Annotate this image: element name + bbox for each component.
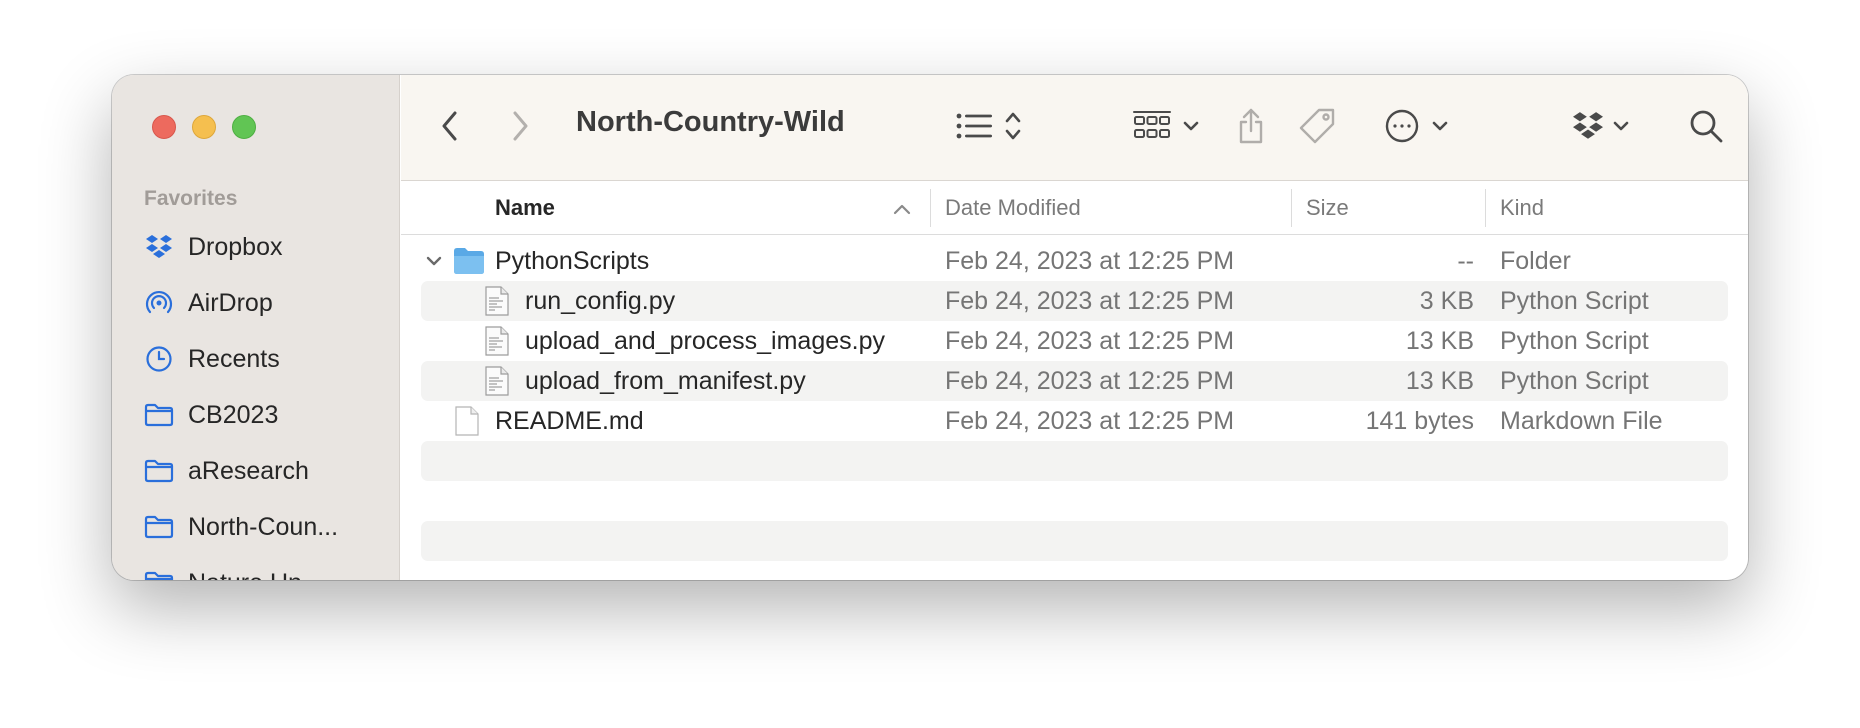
sidebar-item-recents[interactable]: Recents [144, 339, 394, 379]
sidebar-item-label: North-Coun... [188, 512, 339, 541]
empty-row [421, 441, 1728, 481]
column-divider[interactable] [1485, 189, 1486, 227]
file-size: 141 bytes [1365, 406, 1474, 435]
file-date: Feb 24, 2023 at 12:25 PM [945, 246, 1235, 275]
file-list: PythonScripts Feb 24, 2023 at 12:25 PM -… [401, 235, 1748, 580]
chevron-left-icon [439, 109, 461, 148]
chevron-down-icon [1432, 119, 1448, 137]
column-name-label: Name [495, 195, 555, 220]
table-row[interactable]: README.md Feb 24, 2023 at 12:25 PM 141 b… [421, 401, 1728, 441]
back-button[interactable] [439, 108, 461, 148]
view-mode-button[interactable] [956, 108, 1022, 148]
file-name: run_config.py [525, 286, 676, 315]
column-divider[interactable] [930, 189, 931, 227]
sidebar-item-aresearch[interactable]: aResearch [144, 451, 394, 491]
more-actions-button[interactable] [1384, 108, 1448, 148]
grid-icon [1133, 109, 1171, 148]
file-kind: Python Script [1500, 326, 1649, 355]
airdrop-icon [144, 288, 174, 318]
dropbox-menu-button[interactable] [1571, 108, 1629, 148]
file-size: 13 KB [1405, 366, 1474, 395]
table-row[interactable]: upload_and_process_images.py Feb 24, 202… [421, 321, 1728, 361]
column-divider[interactable] [1291, 189, 1292, 227]
file-date: Feb 24, 2023 at 12:25 PM [945, 286, 1235, 315]
sidebar-item-cb2023[interactable]: CB2023 [144, 395, 394, 435]
main-pane: North-Country-Wild Name Date Modified Si… [401, 75, 1748, 580]
tag-button[interactable] [1298, 108, 1336, 148]
disclosure-chevron-down-icon[interactable] [425, 241, 443, 281]
sidebar-item-label: Dropbox [188, 232, 283, 261]
dropbox-icon [1571, 111, 1605, 146]
tag-icon [1298, 107, 1336, 150]
column-header: Name Date Modified Size Kind [401, 181, 1748, 235]
file-name: upload_from_manifest.py [525, 366, 806, 395]
python-file-icon [485, 361, 509, 401]
chevron-right-icon [509, 109, 531, 148]
list-view-icon [956, 111, 994, 146]
table-row[interactable]: upload_from_manifest.py Feb 24, 2023 at … [421, 361, 1728, 401]
sidebar-item-label: aResearch [188, 456, 309, 485]
share-button[interactable] [1236, 108, 1266, 148]
sidebar-item-label: Recents [188, 344, 280, 373]
column-date-modified[interactable]: Date Modified [945, 181, 1081, 235]
sidebar-item-label: CB2023 [188, 400, 279, 429]
file-date: Feb 24, 2023 at 12:25 PM [945, 366, 1235, 395]
clock-icon [144, 344, 174, 374]
file-size: 3 KB [1419, 286, 1474, 315]
search-button[interactable] [1688, 108, 1724, 148]
dropbox-icon [144, 232, 174, 262]
column-size[interactable]: Size [1306, 181, 1349, 235]
zoom-button[interactable] [232, 115, 256, 139]
group-button[interactable] [1133, 108, 1199, 148]
file-name: README.md [495, 406, 644, 435]
table-row[interactable]: PythonScripts Feb 24, 2023 at 12:25 PM -… [421, 241, 1728, 281]
python-file-icon [485, 281, 509, 321]
file-name: PythonScripts [495, 246, 650, 275]
column-name[interactable]: Name [495, 181, 925, 235]
sort-ascending-icon [893, 195, 911, 221]
column-kind[interactable]: Kind [1500, 181, 1544, 235]
folder-icon [144, 456, 174, 486]
sidebar: Favorites Dropbox AirDrop Recents CB2023… [112, 75, 400, 580]
file-date: Feb 24, 2023 at 12:25 PM [945, 406, 1235, 435]
table-row[interactable]: run_config.py Feb 24, 2023 at 12:25 PM 3… [421, 281, 1728, 321]
file-kind: Markdown File [1500, 406, 1663, 435]
folder-icon [144, 568, 174, 580]
folder-icon [144, 400, 174, 430]
share-icon [1236, 107, 1266, 150]
file-size: -- [1457, 246, 1474, 275]
document-icon [455, 401, 479, 441]
finder-window: Favorites Dropbox AirDrop Recents CB2023… [112, 75, 1748, 580]
file-kind: Python Script [1500, 366, 1649, 395]
file-kind: Folder [1500, 246, 1571, 275]
sidebar-item-airdrop[interactable]: AirDrop [144, 283, 394, 323]
window-title: North-Country-Wild [576, 106, 845, 138]
sidebar-item-north-country[interactable]: North-Coun... [144, 507, 394, 547]
sidebar-item-label: Nature Un... [188, 569, 323, 581]
empty-row [421, 521, 1728, 561]
toolbar: North-Country-Wild [401, 75, 1748, 181]
sidebar-item-nature[interactable]: Nature Un... [144, 563, 394, 580]
favorites-heading: Favorites [144, 187, 238, 210]
python-file-icon [485, 321, 509, 361]
minimize-button[interactable] [192, 115, 216, 139]
file-kind: Python Script [1500, 286, 1649, 315]
file-name: upload_and_process_images.py [525, 326, 885, 355]
folder-icon [453, 241, 485, 281]
empty-row [421, 481, 1728, 521]
sidebar-item-label: AirDrop [188, 288, 273, 317]
close-button[interactable] [152, 115, 176, 139]
file-size: 13 KB [1405, 326, 1474, 355]
forward-button[interactable] [509, 108, 531, 148]
chevron-down-icon [1613, 119, 1629, 137]
folder-icon [144, 512, 174, 542]
chevron-updown-icon [1004, 110, 1022, 147]
search-icon [1688, 108, 1724, 149]
chevron-down-icon [1183, 119, 1199, 137]
file-date: Feb 24, 2023 at 12:25 PM [945, 326, 1235, 355]
ellipsis-circle-icon [1384, 108, 1420, 149]
sidebar-item-dropbox[interactable]: Dropbox [144, 227, 394, 267]
